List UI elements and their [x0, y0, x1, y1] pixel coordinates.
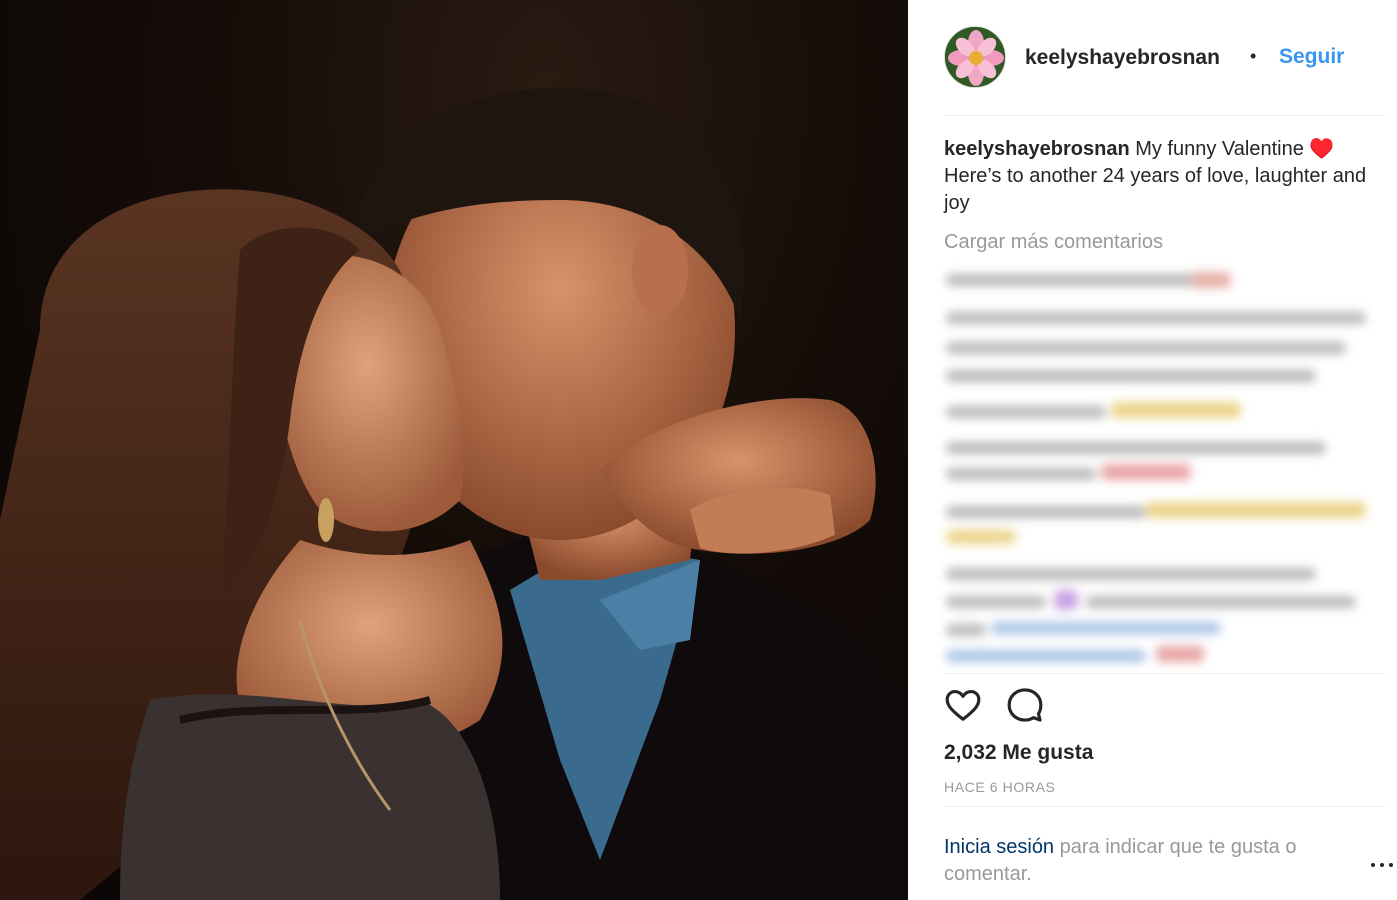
post-header: keelyshayebrosnan • Seguir: [944, 24, 1386, 116]
login-link[interactable]: Inicia sesión: [944, 836, 1054, 858]
post-image: [0, 87, 908, 900]
separator-dot: •: [1250, 46, 1257, 66]
heart-icon[interactable]: [944, 686, 984, 726]
divider: [944, 673, 1386, 674]
follow-button[interactable]: Seguir: [1279, 45, 1344, 69]
load-more-comments[interactable]: Cargar más comentarios: [944, 231, 1163, 254]
divider: [944, 806, 1386, 807]
login-prompt: Inicia sesión para indicar que te gusta …: [944, 834, 1344, 888]
post-timestamp: HACE 6 HORAS: [944, 779, 1056, 795]
caption-username[interactable]: keelyshayebrosnan: [944, 138, 1130, 160]
flower-avatar[interactable]: [944, 26, 1006, 88]
post-side-panel: keelyshayebrosnan • Seguir keelyshayebro…: [908, 0, 1397, 900]
post-username[interactable]: keelyshayebrosnan: [1025, 46, 1220, 70]
blurred-comments: [936, 262, 1376, 672]
post-caption: keelyshayebrosnan My funny Valentine ♥️ …: [944, 136, 1374, 217]
ellipsis-icon[interactable]: [1371, 860, 1395, 870]
likes-count[interactable]: 2,032 Me gusta: [944, 741, 1093, 765]
comment-icon[interactable]: [1006, 686, 1046, 726]
post-photo[interactable]: [0, 0, 908, 900]
